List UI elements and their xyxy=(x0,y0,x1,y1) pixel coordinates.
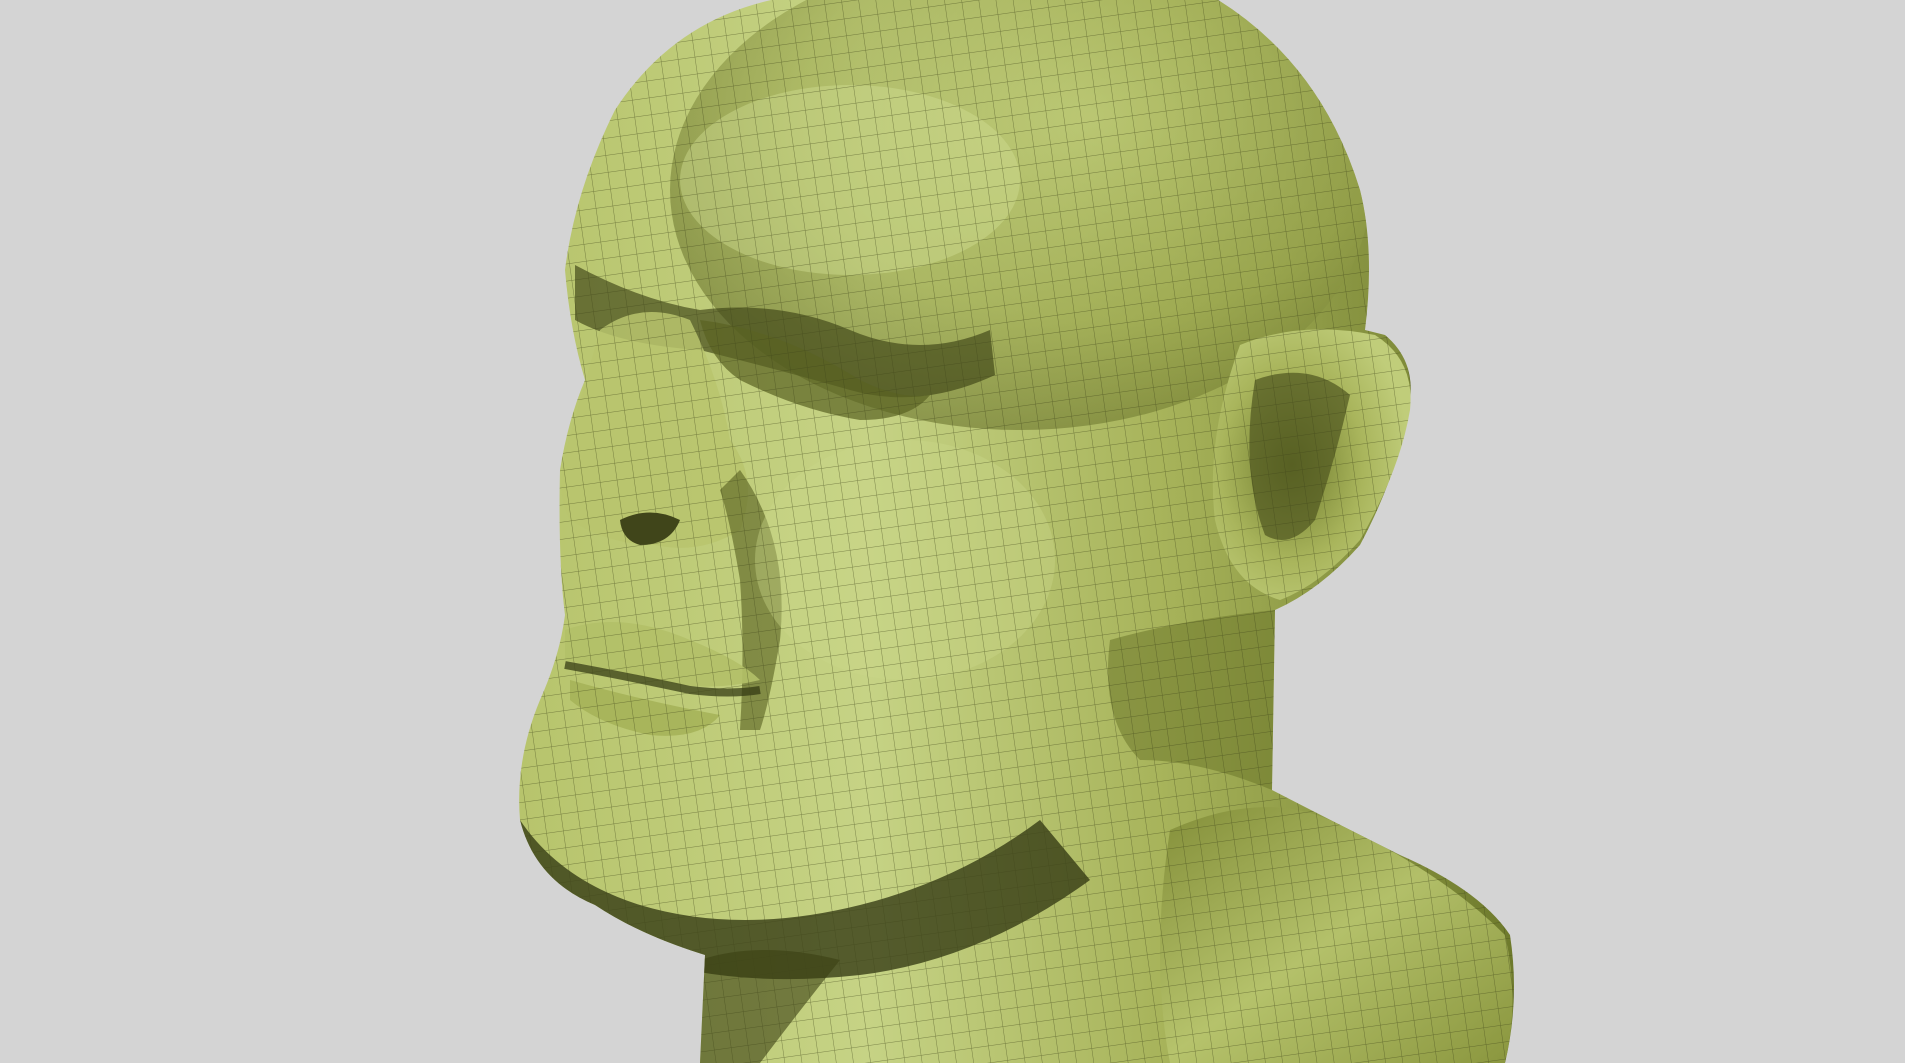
head-mesh[interactable] xyxy=(0,0,1905,1063)
wireframe-overlay xyxy=(519,0,1514,1063)
ear[interactable] xyxy=(1212,329,1411,600)
ear-wire xyxy=(1212,329,1411,600)
3d-viewport[interactable] xyxy=(0,0,1905,1063)
viewport-canvas[interactable] xyxy=(0,0,1905,1063)
